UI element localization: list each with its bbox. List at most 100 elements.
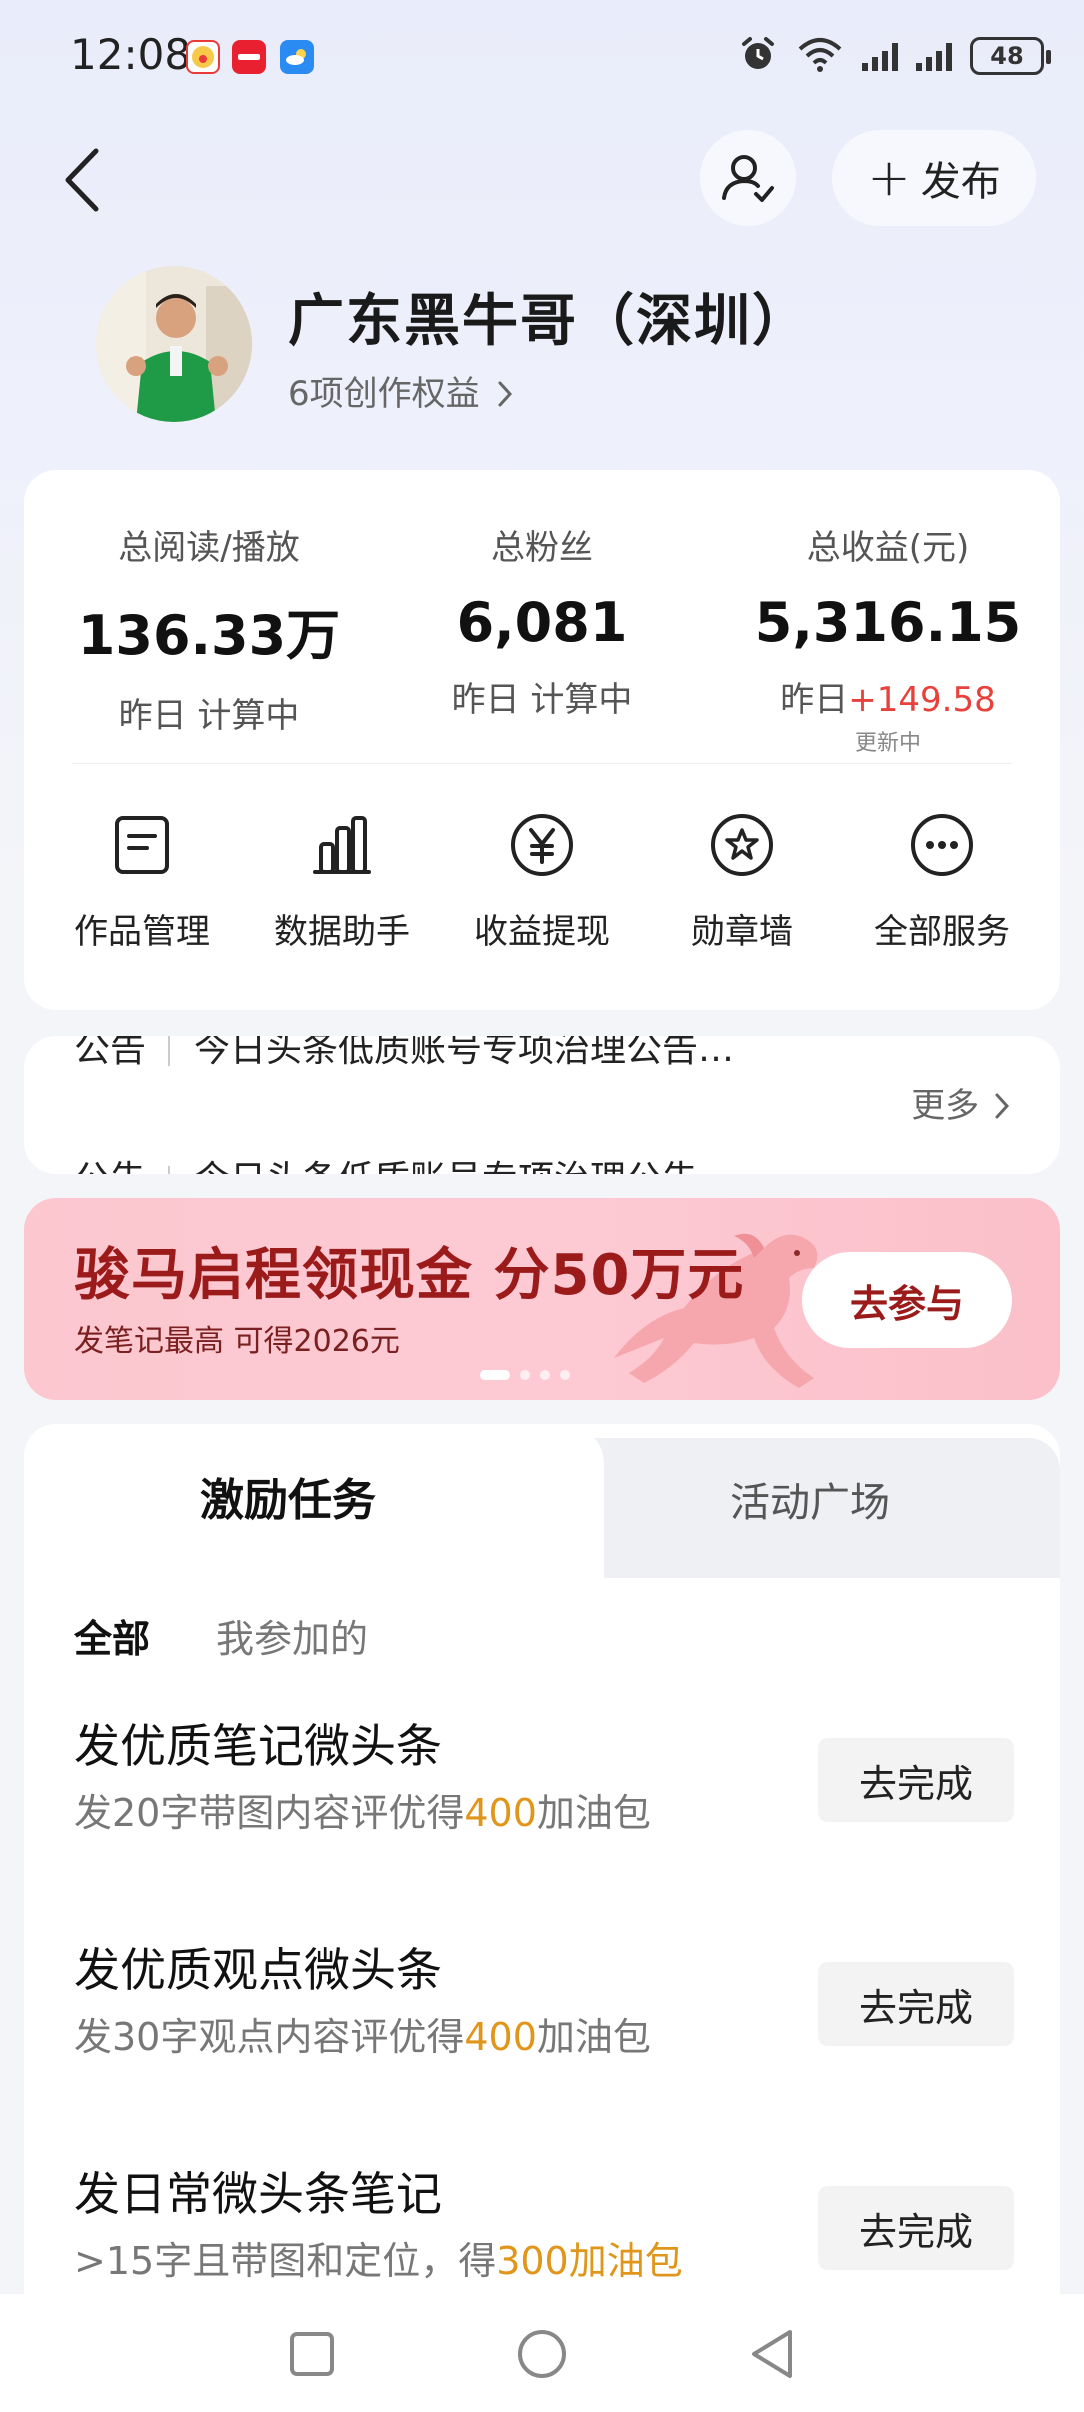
stat-value: 6,081 <box>456 591 628 654</box>
notice-tag: 公告 <box>74 1150 146 1174</box>
updating-label: 更新中 <box>854 731 921 756</box>
carousel-dot-active <box>480 1370 510 1380</box>
stats-card: 总阅读/播放 136.33万 昨日 计算中 总粉丝 6,081 昨日 计算中 总… <box>24 470 1060 1010</box>
task-description: 发20字带图内容评优得400加油包 <box>74 1791 651 1835</box>
notice-card[interactable]: 公告今日头条低质账号专项治理公告… 更多 公告 今日头条低质账号专项治理公告 <box>24 1036 1060 1174</box>
stat-label: 总收益(元) <box>806 528 970 568</box>
notice-more-link[interactable]: 更多 <box>911 1078 1010 1127</box>
notice-text: 今日头条低质账号专项治理公告 <box>194 1159 698 1174</box>
avatar[interactable] <box>96 266 252 422</box>
service-works-manage[interactable]: 作品管理 <box>42 812 242 953</box>
home-button[interactable] <box>512 2324 572 2384</box>
square-icon <box>290 2332 334 2376</box>
service-label: 数据助手 <box>274 912 410 952</box>
stat-sub-prefix: 昨日 <box>780 680 849 720</box>
stat-value: 136.33万 <box>77 604 341 667</box>
complete-task-button[interactable]: 去完成 <box>818 2186 1014 2270</box>
stat-sub: 昨日+149.58 <box>728 672 1048 721</box>
notice-more-label: 更多 <box>911 1086 980 1126</box>
wifi-icon <box>796 35 844 77</box>
system-nav-bar <box>0 2294 1084 2412</box>
user-check-icon <box>722 155 774 202</box>
medal-icon <box>709 812 775 878</box>
notice-separator <box>168 1166 171 1174</box>
banner-title: 骏马启程领现金 分50万元 <box>74 1243 745 1308</box>
alarm-icon <box>738 34 778 78</box>
status-bar: 12:08 48 <box>0 0 1084 110</box>
back-button[interactable] <box>52 140 112 220</box>
divider <box>72 763 1012 764</box>
service-medal-wall[interactable]: 勋章墙 <box>642 812 842 953</box>
user-name: 广东黑牛哥（深圳） <box>288 289 810 354</box>
stat-total-reads[interactable]: 总阅读/播放 136.33万 昨日 计算中 <box>49 520 369 737</box>
carousel-dot <box>520 1370 530 1380</box>
follow-manage-button[interactable] <box>700 130 796 226</box>
task-item: 发优质观点微头条 发30字观点内容评优得400加油包 去完成 <box>74 1934 1014 2104</box>
service-all-services[interactable]: 全部服务 <box>842 812 1042 953</box>
carousel-dot <box>560 1370 570 1380</box>
service-label: 收益提现 <box>474 912 610 952</box>
status-indicators: 48 <box>738 34 1051 78</box>
publish-label: 发布 <box>920 159 1001 205</box>
stat-value: 5,316.15 <box>754 591 1022 654</box>
more-icon <box>909 812 975 878</box>
document-icon <box>109 812 175 878</box>
complete-task-button[interactable]: 去完成 <box>818 1738 1014 1822</box>
tasks-body: 全部 我参加的 发优质笔记微头条 发20字带图内容评优得400加油包 去完成 发… <box>24 1578 1060 2304</box>
task-title: 发日常微头条笔记 <box>74 2167 442 2221</box>
carousel-dots <box>480 1370 570 1380</box>
service-label: 作品管理 <box>74 912 210 952</box>
tab-incentive-tasks[interactable]: 激励任务 <box>200 1464 376 1528</box>
plus-icon: + <box>867 148 911 208</box>
service-earnings-withdraw[interactable]: 收益提现 <box>442 812 642 953</box>
stat-total-fans[interactable]: 总粉丝 6,081 昨日 计算中 <box>382 520 702 721</box>
creator-rights-label: 6项创作权益 <box>288 374 480 414</box>
signal-icon <box>862 41 898 71</box>
recents-button[interactable] <box>282 2324 342 2384</box>
bar-chart-icon <box>309 812 375 878</box>
task-item: 发优质笔记微头条 发20字带图内容评优得400加油包 去完成 <box>74 1710 1014 1880</box>
notice-row[interactable]: 公告 今日头条低质账号专项治理公告… <box>74 1036 734 1072</box>
publish-button[interactable]: + 发布 <box>832 130 1036 226</box>
stat-sub: 昨日 计算中 <box>451 680 633 720</box>
promo-banner[interactable]: 骏马启程领现金 分50万元 发笔记最高 可得2026元 去参与 <box>24 1198 1060 1400</box>
clown-app-icon <box>186 40 220 74</box>
stat-total-earnings[interactable]: 总收益(元) 5,316.15 昨日+149.58 更新中 <box>728 520 1048 757</box>
complete-task-button[interactable]: 去完成 <box>818 1962 1014 2046</box>
join-button[interactable]: 去参与 <box>802 1252 1012 1348</box>
xiaohongshu-app-icon <box>232 40 266 74</box>
task-description: >15字且带图和定位，得300加油包 <box>74 2239 683 2283</box>
task-description: 发30字观点内容评优得400加油包 <box>74 2015 651 2059</box>
filter-joined[interactable]: 我参加的 <box>216 1608 368 1663</box>
stat-label: 总阅读/播放 <box>118 528 300 568</box>
task-item: 发日常微头条笔记 >15字且带图和定位，得300加油包 去完成 <box>74 2158 1014 2304</box>
circle-icon <box>518 2330 566 2378</box>
chevron-left-icon <box>65 148 99 212</box>
notice-text: 今日头条低质账号专项治理公告… <box>194 1036 735 1070</box>
status-time: 12:08 <box>70 30 192 79</box>
service-data-assistant[interactable]: 数据助手 <box>242 812 442 953</box>
service-label: 全部服务 <box>874 912 1010 952</box>
carousel-dot <box>540 1370 550 1380</box>
chevron-right-icon <box>995 1093 1010 1119</box>
stat-delta: +149.58 <box>848 680 996 720</box>
filter-all[interactable]: 全部 <box>74 1608 150 1663</box>
banner-subtitle: 发笔记最高 可得2026元 <box>74 1324 400 1359</box>
creator-rights-link[interactable]: 6项创作权益 <box>288 366 514 415</box>
notice-row-next[interactable]: 公告 今日头条低质账号专项治理公告 <box>74 1150 698 1174</box>
tab-activity-square[interactable]: 活动广场 <box>730 1470 890 1528</box>
triangle-back-icon <box>752 2330 792 2378</box>
yuan-icon <box>509 812 575 878</box>
notice-separator <box>168 1036 171 1066</box>
service-label: 勋章墙 <box>691 912 793 952</box>
stat-sub: 昨日 计算中 <box>118 696 300 736</box>
tasks-panel: 激励任务 活动广场 全部 我参加的 发优质笔记微头条 发20字带图内容评优得40… <box>24 1424 1060 2304</box>
battery-indicator: 48 <box>970 37 1051 75</box>
stat-label: 总粉丝 <box>491 528 593 568</box>
chevron-right-icon <box>498 381 513 407</box>
task-title: 发优质观点微头条 <box>74 1943 442 1997</box>
weather-app-icon <box>280 40 314 74</box>
task-title: 发优质笔记微头条 <box>74 1719 442 1773</box>
back-nav-button[interactable] <box>742 2324 802 2384</box>
signal-icon-2 <box>916 41 952 71</box>
